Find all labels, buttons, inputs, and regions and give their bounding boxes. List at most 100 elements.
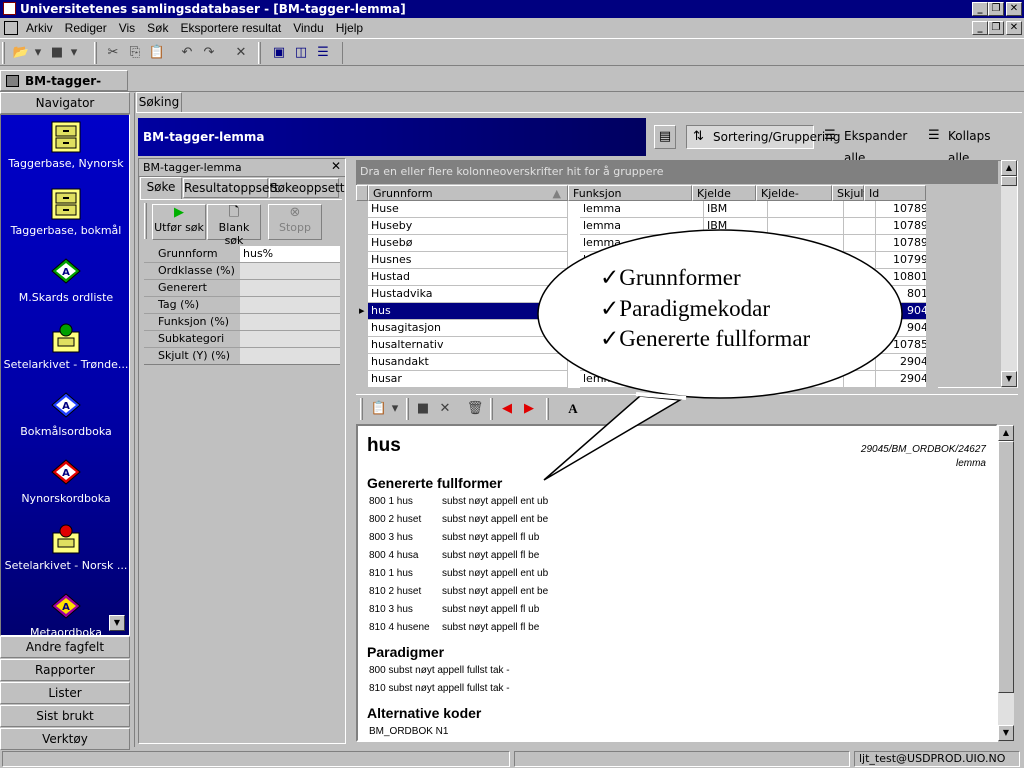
row-indicator[interactable] bbox=[356, 320, 368, 337]
menu-vis[interactable]: Vis bbox=[113, 18, 141, 38]
clipboard-icon[interactable]: 📋 bbox=[368, 399, 390, 419]
search-field-input[interactable] bbox=[240, 348, 340, 365]
scroll-down-icon[interactable]: ▼ bbox=[109, 615, 125, 631]
document-menu-icon[interactable] bbox=[4, 21, 18, 35]
menu-eksportere[interactable]: Eksportere resultat bbox=[175, 18, 288, 38]
nav-item-setelarkivet-tronde[interactable]: Setelarkivet - Trønde... bbox=[1, 322, 129, 371]
scroll-up-icon[interactable]: ▲ bbox=[1001, 160, 1017, 176]
search-field-input[interactable]: hus% bbox=[240, 246, 340, 263]
stop-button[interactable]: ⊗ Stopp bbox=[268, 204, 322, 240]
row-indicator[interactable] bbox=[356, 354, 368, 371]
row-indicator[interactable] bbox=[356, 371, 368, 388]
row-indicator[interactable] bbox=[356, 337, 368, 354]
toolbar-grip[interactable] bbox=[2, 42, 5, 64]
nav-button-sist-brukt[interactable]: Sist brukt bbox=[0, 705, 130, 727]
search-field-input[interactable] bbox=[240, 280, 340, 297]
column-header-grunnform[interactable]: Grunnform ▲ bbox=[368, 185, 568, 201]
scroll-thumb[interactable] bbox=[998, 441, 1014, 693]
dropdown-arrow-icon[interactable]: ▾ bbox=[390, 399, 400, 419]
layout-icon[interactable]: ▤ bbox=[654, 125, 676, 149]
nav-item-taggerbase-nynorsk[interactable]: Taggerbase, Nynorsk bbox=[1, 121, 129, 170]
row-indicator[interactable] bbox=[356, 252, 368, 269]
row-indicator[interactable] bbox=[356, 286, 368, 303]
delete-icon[interactable]: ✕ bbox=[230, 43, 252, 63]
column-header-id[interactable]: Id bbox=[864, 185, 926, 201]
cascade-windows-icon[interactable]: ▣ bbox=[268, 43, 290, 63]
sort-group-button[interactable]: ⇅ Sortering/Gruppering bbox=[686, 125, 840, 149]
undo-icon[interactable]: ↶ bbox=[176, 43, 198, 63]
dropdown-arrow-icon[interactable]: ▾ bbox=[32, 43, 44, 63]
menu-hjelp[interactable]: Hjelp bbox=[330, 18, 369, 38]
tile-vertical-icon[interactable]: ◫ bbox=[290, 43, 312, 63]
dropdown-arrow-icon[interactable]: ▾ bbox=[68, 43, 80, 63]
tab-label: Søking bbox=[138, 95, 180, 109]
collapse-all-button[interactable]: ☰ Kollaps alle bbox=[922, 125, 1014, 165]
scroll-down-icon[interactable]: ▼ bbox=[998, 725, 1014, 741]
detail-line: 810 3 hus bbox=[369, 604, 413, 615]
trash-icon[interactable]: 🗑 bbox=[464, 399, 486, 419]
nav-button-lister[interactable]: Lister bbox=[0, 682, 130, 704]
navigator-header[interactable]: Navigator bbox=[0, 92, 130, 114]
stop-square-icon[interactable]: ■ bbox=[412, 399, 434, 419]
nav-button-rapporter[interactable]: Rapporter bbox=[0, 659, 130, 681]
search-field-input[interactable] bbox=[240, 263, 340, 280]
menu-sok[interactable]: Søk bbox=[141, 18, 174, 38]
doc-minimize-icon[interactable]: _ bbox=[972, 21, 988, 35]
nav-button-verktoy[interactable]: Verktøy bbox=[0, 728, 130, 750]
menu-arkiv[interactable]: Arkiv bbox=[20, 18, 59, 38]
grid-scrollbar[interactable] bbox=[1001, 160, 1017, 388]
search-field-input[interactable] bbox=[240, 331, 340, 348]
nav-item-taggerbase-bokmal[interactable]: Taggerbase, bokmål bbox=[1, 188, 129, 237]
column-header-kjelde[interactable]: Kjelde bbox=[692, 185, 756, 201]
tab-soking[interactable]: Søking bbox=[136, 92, 182, 112]
play-icon: ▶ bbox=[174, 205, 184, 220]
nav-button-andre-fagfelt[interactable]: Andre fagfelt bbox=[0, 636, 130, 658]
table-row[interactable]: Huse lemma IBM 107892 bbox=[356, 201, 938, 218]
nav-item-mskards-ordliste[interactable]: A M.Skards ordliste bbox=[1, 255, 129, 304]
delete-icon[interactable]: ✕ bbox=[434, 399, 456, 419]
tab-sokeoppsett[interactable]: Søkeoppsett bbox=[269, 178, 344, 198]
menu-bar: Arkiv Rediger Vis Søk Eksportere resultat Vin… bbox=[0, 18, 1024, 38]
redo-icon[interactable]: ↷ bbox=[198, 43, 220, 63]
scroll-thumb[interactable] bbox=[1001, 176, 1017, 186]
column-header-skjult[interactable]: Skjult bbox=[832, 185, 868, 201]
row-indicator[interactable] bbox=[356, 218, 368, 235]
doc-restore-icon[interactable]: ❐ bbox=[988, 21, 1004, 35]
open-folder-icon[interactable]: 📂 bbox=[10, 43, 32, 63]
run-search-button[interactable]: ▶ Utfør søk bbox=[152, 204, 206, 240]
nav-item-label: Nynorskordboka bbox=[21, 492, 111, 505]
column-header-kjelde-element[interactable]: Kjelde-element bbox=[756, 185, 832, 215]
search-field-input[interactable] bbox=[240, 297, 340, 314]
nav-item-nynorskordboka[interactable]: A Nynorskordboka bbox=[1, 456, 129, 505]
row-indicator[interactable] bbox=[356, 201, 368, 218]
row-indicator[interactable] bbox=[356, 269, 368, 286]
nav-item-setelarkivet-norsk[interactable]: Setelarkivet - Norsk ... bbox=[1, 523, 129, 572]
scroll-down-icon[interactable]: ▼ bbox=[1001, 371, 1017, 387]
group-drop-area[interactable]: Dra en eller flere kolonneoverskrifter h… bbox=[356, 160, 998, 184]
expand-all-button[interactable]: ☰ Ekspander alle bbox=[818, 125, 918, 165]
row-indicator[interactable] bbox=[356, 235, 368, 252]
scroll-up-icon[interactable]: ▲ bbox=[998, 425, 1014, 441]
close-pane-icon[interactable]: ✕ bbox=[331, 159, 341, 173]
arrow-left-icon[interactable]: ◀ bbox=[496, 399, 518, 419]
doc-close-icon[interactable]: ✕ bbox=[1006, 21, 1022, 35]
minimize-icon[interactable]: _ bbox=[972, 2, 988, 16]
close-icon[interactable]: ✕ bbox=[1006, 2, 1022, 16]
paste-icon[interactable]: 📋 bbox=[146, 43, 168, 63]
copy-icon[interactable]: ⎘ bbox=[124, 43, 146, 63]
tab-soke[interactable]: Søke bbox=[140, 177, 182, 199]
document-tab[interactable]: BM-tagger-lemma bbox=[0, 70, 128, 108]
app-icon[interactable] bbox=[3, 2, 16, 15]
column-header-funksjon[interactable]: Funksjon bbox=[568, 185, 692, 201]
menu-rediger[interactable]: Rediger bbox=[59, 18, 113, 38]
search-field-input[interactable] bbox=[240, 314, 340, 331]
nav-item-bokmalsordboka[interactable]: A Bokmålsordboka bbox=[1, 389, 129, 438]
menu-vindu[interactable]: Vindu bbox=[287, 18, 329, 38]
cut-icon[interactable]: ✂ bbox=[102, 43, 124, 63]
blank-search-button[interactable]: 🗋 Blank søk bbox=[207, 204, 261, 247]
tab-resultatoppsett[interactable]: Resultatoppsett bbox=[183, 178, 279, 198]
tile-horizontal-icon[interactable]: ☰ bbox=[312, 43, 334, 63]
row-indicator[interactable]: ▸ bbox=[356, 303, 368, 320]
stop-square-icon[interactable]: ■ bbox=[46, 43, 68, 63]
restore-icon[interactable]: ❐ bbox=[988, 2, 1004, 16]
